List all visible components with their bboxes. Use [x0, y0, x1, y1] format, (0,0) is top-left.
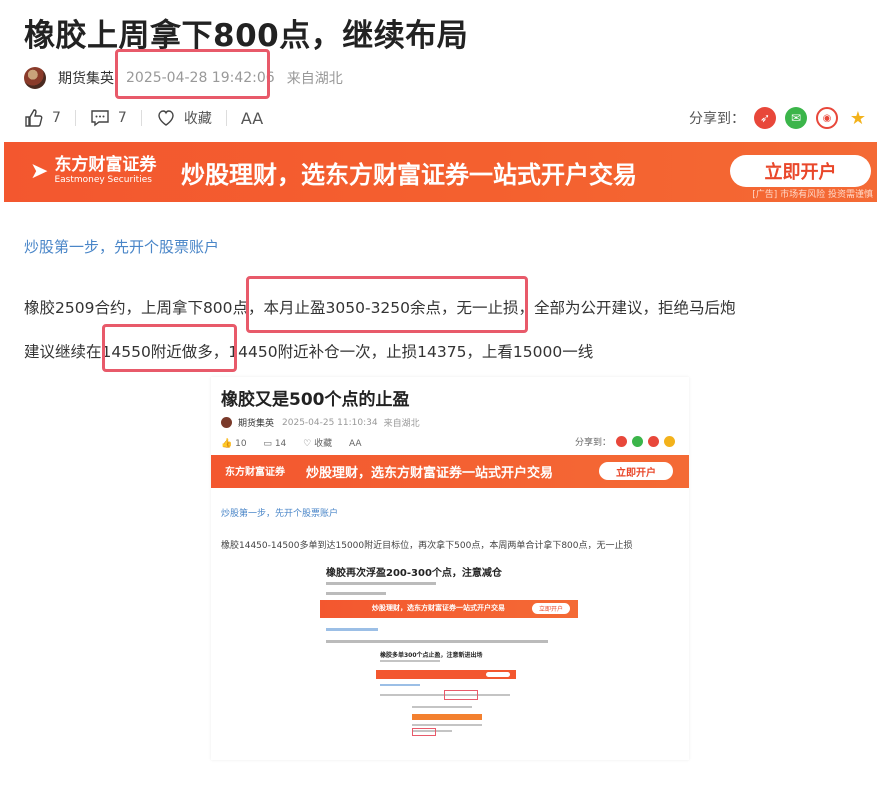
embedded-like-icon: 👍 [221, 439, 233, 449]
nested2-orange-block [412, 714, 482, 720]
embedded-comment-count: 14 [274, 439, 287, 449]
divider [225, 110, 227, 126]
nested-banner-button: 立即开户 [532, 603, 570, 614]
nested2-highlight [444, 690, 478, 700]
divider [140, 110, 142, 126]
publish-location: 来自湖北 [286, 71, 343, 87]
ad-banner[interactable]: ➤ 东方财富证券 Eastmoney Securities 炒股理财，选东方财富… [4, 142, 877, 202]
embedded-paragraph: 橡胶14450-14500多单到达15000附近目标位，再次拿下500点，本周两… [221, 541, 633, 551]
embedded-wechat-icon [632, 436, 643, 447]
nested2-line [380, 684, 420, 686]
share-bar: 分享到： ➶ ✉ ◉ ★ [689, 104, 869, 132]
embedded-font-size-label: AA [348, 439, 362, 449]
embedded-share-label: 分享到： [574, 438, 611, 448]
divider [74, 110, 76, 126]
heart-icon [156, 108, 176, 128]
comment-icon [90, 108, 110, 128]
comment-button[interactable]: 7 [90, 108, 127, 128]
embedded-title: 橡胶又是500个点的止盈 [221, 390, 410, 410]
embedded-location: 来自湖北 [383, 419, 420, 429]
embedded-banner-button: 立即开户 [599, 462, 673, 480]
like-count: 7 [52, 110, 61, 126]
nested2-highlight [412, 728, 436, 736]
share-qzone-star-icon[interactable]: ★ [847, 107, 869, 129]
highlight-box-timestamp [115, 49, 270, 99]
nested-screenshot: 橡胶再次浮盈200-300个点，注意减仓 炒股理财，选东方财富证券一站式开户交易… [320, 560, 578, 760]
embedded-star-icon [664, 436, 675, 447]
embedded-weibo-icon [616, 436, 627, 447]
embedded-share: 分享到： [575, 435, 675, 448]
nested2-title: 橡胶多单300个点止盈，注意新进出场 [380, 652, 483, 659]
nested-link-line [326, 628, 378, 631]
author-avatar[interactable] [24, 67, 46, 89]
collect-label: 收藏 [183, 111, 212, 127]
embedded-time: 2025-04-25 11:10:34 [282, 417, 378, 428]
embedded-banner-slogan: 炒股理财，选东方财富证券一站式开户交易 [306, 466, 554, 481]
highlight-box-profit [246, 276, 528, 333]
share-weibo-red-icon[interactable]: ➶ [754, 107, 776, 129]
embedded-author: 期货集英 [238, 419, 275, 429]
nested2-meta-line [380, 660, 440, 662]
embedded-sina-icon [648, 436, 659, 447]
embedded-like-count: 10 [235, 439, 247, 449]
font-size-button[interactable]: AA [241, 109, 263, 128]
embedded-banner: 东方财富证券 炒股理财，选东方财富证券一站式开户交易 立即开户 [211, 455, 689, 488]
banner-logo: ➤ 东方财富证券 Eastmoney Securities [30, 156, 156, 186]
open-account-button[interactable]: 立即开户 [730, 155, 871, 187]
embedded-banner-brand: 东方财富证券 [225, 467, 285, 478]
nested-banner: 炒股理财，选东方财富证券一站式开户交易 立即开户 [320, 600, 578, 618]
embedded-screenshot[interactable]: 橡胶又是500个点的止盈 期货集英 2025-04-25 11:10:34 来自… [211, 377, 689, 760]
share-sina-weibo-icon[interactable]: ◉ [816, 107, 838, 129]
nested2-banner [376, 670, 516, 679]
banner-brand-en: Eastmoney Securities [54, 175, 152, 185]
nested2-line [412, 724, 482, 726]
nested-screenshot-2: 橡胶多单300个点止盈，注意新进出场 [376, 648, 516, 760]
collect-button[interactable]: 收藏 [156, 108, 212, 128]
embedded-comment-icon: ▭ [263, 439, 272, 449]
comment-count: 7 [117, 110, 127, 126]
share-label: 分享到： [689, 111, 745, 127]
banner-brand-cn: 东方财富证券 [54, 155, 157, 175]
highlight-box-entry-price [102, 324, 237, 372]
banner-slogan: 炒股理财，选东方财富证券一站式开户交易 [181, 161, 637, 189]
share-wechat-icon[interactable]: ✉ [785, 107, 807, 129]
ad-notice: [广告] 市场有风险 投资需谨慎 [752, 190, 873, 200]
embedded-meta: 期货集英 2025-04-25 11:10:34 来自湖北 [221, 416, 420, 429]
embedded-avatar [221, 417, 232, 428]
embedded-heart-icon: ♡ [303, 439, 312, 449]
like-button[interactable]: 7 [24, 108, 61, 128]
embedded-collect-label: 收藏 [314, 439, 333, 449]
nested-banner-slogan: 炒股理财，选东方财富证券一站式开户交易 [372, 604, 505, 612]
font-size-label: AA [240, 108, 264, 128]
nested-paragraph-line [326, 640, 548, 643]
embedded-link: 炒股第一步，先开个股票账户 [221, 509, 339, 519]
nested-title: 橡胶再次浮盈200-300个点，注意减仓 [326, 568, 502, 579]
nested-meta-line [326, 582, 436, 585]
nested-action-line [326, 592, 386, 595]
embedded-action-bar: 👍 10 ▭ 14 ♡ 收藏 AA [221, 436, 362, 449]
author-name[interactable]: 期货集英 [58, 68, 114, 88]
open-account-link[interactable]: 炒股第一步，先开个股票账户 [24, 236, 219, 257]
thumbs-up-icon [24, 108, 44, 128]
nested2-line [412, 706, 472, 708]
eastmoney-logo-icon: ➤ [30, 158, 49, 184]
